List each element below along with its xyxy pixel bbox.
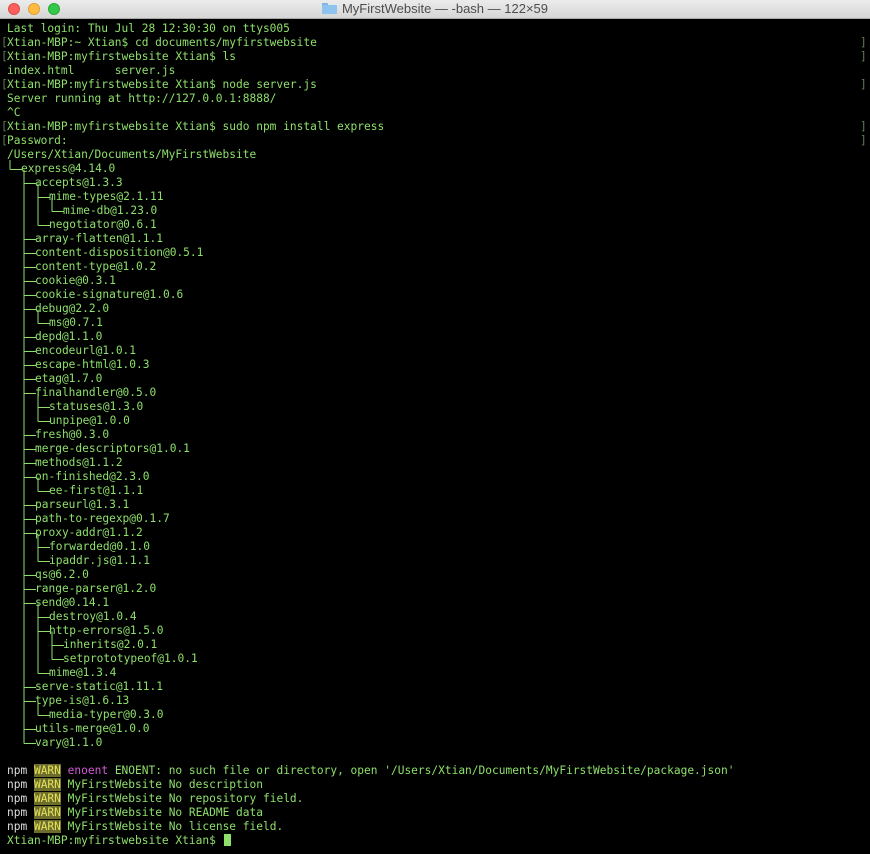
folder-icon xyxy=(321,3,337,14)
tree-item: finalhandler@0.5.0 xyxy=(35,386,157,399)
mark-bracket-right: ] xyxy=(860,50,867,63)
tree-item: forwarded@0.1.0 xyxy=(49,540,151,553)
npm-prefix: npm xyxy=(7,792,34,805)
tree-item: mime-types@2.1.11 xyxy=(49,190,164,203)
mark-bracket-left: [ xyxy=(1,134,8,147)
warn-badge: WARN xyxy=(33,764,61,777)
window-title: MyFirstWebsite — -bash — 122×59 xyxy=(0,0,870,18)
warning-message: MyFirstWebsite No license field. xyxy=(67,820,284,833)
tree-item: unpipe@1.0.0 xyxy=(49,414,130,427)
tree-item: ipaddr.js@1.1.1 xyxy=(49,554,151,567)
warn-badge: WARN xyxy=(33,806,61,819)
terminal-line: Xtian-MBP:~ Xtian$ cd documents/myfirstw… xyxy=(7,36,317,49)
tree-item: merge-descriptors@1.0.1 xyxy=(35,442,190,455)
error-code: enoent xyxy=(67,764,109,777)
tree-item: content-disposition@0.5.1 xyxy=(35,246,204,259)
shell-prompt: Xtian-MBP:myfirstwebsite Xtian$ xyxy=(7,834,231,848)
tree-item: serve-static@1.11.1 xyxy=(35,680,163,693)
mark-bracket-left: [ xyxy=(1,36,8,49)
terminal-line: Xtian-MBP:myfirstwebsite Xtian$ ls xyxy=(7,50,237,63)
tree-item: qs@6.2.0 xyxy=(35,568,89,581)
tree-item: array-flatten@1.1.1 xyxy=(35,232,163,245)
npm-warning-line: npm WARN MyFirstWebsite No description xyxy=(7,778,263,792)
tree-item: escape-html@1.0.3 xyxy=(35,358,150,371)
warn-badge: WARN xyxy=(33,792,61,805)
terminal-line: ^C xyxy=(7,106,21,119)
tree-item: encodeurl@1.0.1 xyxy=(35,344,137,357)
terminal-line: Xtian-MBP:myfirstwebsite Xtian$ node ser… xyxy=(7,78,317,91)
tree-item: vary@1.1.0 xyxy=(35,736,103,749)
mark-bracket-left: [ xyxy=(1,50,8,63)
tree-item: content-type@1.0.2 xyxy=(35,260,157,273)
terminal-output[interactable]: Last login: Thu Jul 28 12:30:30 on ttys0… xyxy=(0,19,870,854)
npm-prefix: npm xyxy=(7,778,34,791)
text-cursor xyxy=(223,834,231,846)
tree-item: accepts@1.3.3 xyxy=(35,176,123,189)
warning-message: MyFirstWebsite No README data xyxy=(67,806,263,819)
tree-item: depd@1.1.0 xyxy=(35,330,103,343)
tree-item: methods@1.1.2 xyxy=(35,456,123,469)
mark-bracket-right: ] xyxy=(860,36,867,49)
mark-bracket-left: [ xyxy=(1,78,8,91)
npm-prefix: npm xyxy=(7,764,34,777)
tree-item: range-parser@1.2.0 xyxy=(35,582,157,595)
terminal-line: index.html server.js xyxy=(7,64,176,77)
title-bar[interactable]: MyFirstWebsite — -bash — 122×59 xyxy=(0,0,870,19)
mark-bracket-right: ] xyxy=(860,134,867,147)
tree-item: cookie@0.3.1 xyxy=(35,274,116,287)
tree-item: on-finished@2.3.0 xyxy=(35,470,150,483)
terminal-line: Password: xyxy=(7,134,68,147)
tree-item: debug@2.2.0 xyxy=(35,302,110,315)
tree-item: mime@1.3.4 xyxy=(49,666,117,679)
warning-message: ENOENT: no such file or directory, open … xyxy=(108,764,735,777)
npm-prefix: npm xyxy=(7,806,34,819)
tree-item: etag@1.7.0 xyxy=(35,372,103,385)
tree-item: setprototypeof@1.0.1 xyxy=(63,652,198,665)
tree-item: parseurl@1.3.1 xyxy=(35,498,130,511)
terminal-line: Server running at http://127.0.0.1:8888/ xyxy=(7,92,277,105)
tree-item: negotiator@0.6.1 xyxy=(49,218,157,231)
tree-item: inherits@2.0.1 xyxy=(63,638,158,651)
mark-bracket-left: [ xyxy=(1,120,8,133)
tree-item: media-typer@0.3.0 xyxy=(49,708,164,721)
npm-prefix: npm xyxy=(7,820,34,833)
window-title-text: MyFirstWebsite — -bash — 122×59 xyxy=(341,1,549,16)
tree-item: destroy@1.0.4 xyxy=(49,610,137,623)
npm-warning-line: npm WARN MyFirstWebsite No license field… xyxy=(7,820,283,834)
tree-item: fresh@0.3.0 xyxy=(35,428,110,441)
tree-item: ms@0.7.1 xyxy=(49,316,103,329)
terminal-line: Last login: Thu Jul 28 12:30:30 on ttys0… xyxy=(7,22,290,35)
npm-warning-line: npm WARN MyFirstWebsite No repository fi… xyxy=(7,792,303,806)
tree-item: ee-first@1.1.1 xyxy=(49,484,144,497)
warning-message: MyFirstWebsite No repository field. xyxy=(67,792,304,805)
tree-item: statuses@1.3.0 xyxy=(49,400,144,413)
tree-item: send@0.14.1 xyxy=(35,596,110,609)
tree-item: http-errors@1.5.0 xyxy=(49,624,164,637)
tree-item: utils-merge@1.0.0 xyxy=(35,722,150,735)
tree-item: type-is@1.6.13 xyxy=(35,694,130,707)
terminal-line: /Users/Xtian/Documents/MyFirstWebsite xyxy=(7,148,257,161)
tree-item: proxy-addr@1.1.2 xyxy=(35,526,143,539)
mark-bracket-right: ] xyxy=(860,120,867,133)
tree-item: cookie-signature@1.0.6 xyxy=(35,288,184,301)
tree-item: path-to-regexp@0.1.7 xyxy=(35,512,170,525)
tree-item: mime-db@1.23.0 xyxy=(63,204,158,217)
warning-message: MyFirstWebsite No description xyxy=(67,778,263,791)
tree-item: express@4.14.0 xyxy=(21,162,116,175)
warn-badge: WARN xyxy=(33,778,61,791)
mark-bracket-right: ] xyxy=(860,78,867,91)
npm-warning-line: npm WARN enoent ENOENT: no such file or … xyxy=(7,764,734,778)
warn-badge: WARN xyxy=(33,820,61,833)
npm-warning-line: npm WARN MyFirstWebsite No README data xyxy=(7,806,263,820)
terminal-line: Xtian-MBP:myfirstwebsite Xtian$ sudo npm… xyxy=(7,120,385,133)
